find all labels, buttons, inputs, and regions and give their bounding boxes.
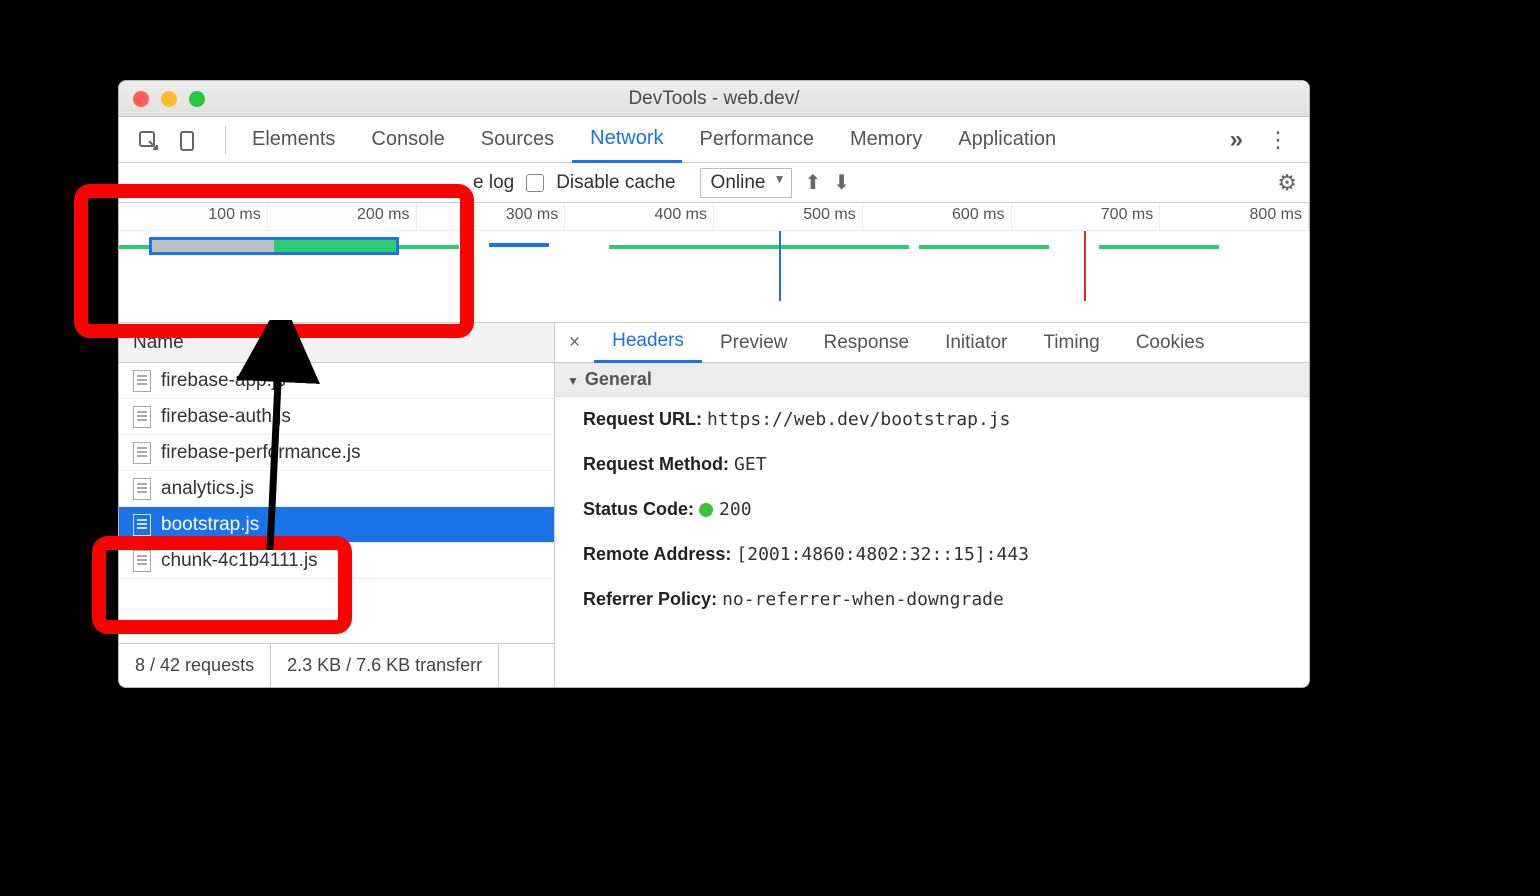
- status-code-row: Status Code: 200: [555, 487, 1309, 532]
- request-list-pane: Name firebase-app.js firebase-auth.js fi…: [119, 323, 555, 687]
- request-name: firebase-performance.js: [161, 442, 361, 464]
- tab-memory[interactable]: Memory: [832, 118, 940, 161]
- tick: 300 ms: [417, 203, 566, 230]
- tick: 600 ms: [863, 203, 1012, 230]
- tick: 700 ms: [1012, 203, 1161, 230]
- request-name: analytics.js: [161, 478, 254, 500]
- status-bar: 8 / 42 requests 2.3 KB / 7.6 KB transfer…: [119, 643, 554, 687]
- document-icon: [133, 406, 151, 428]
- tab-network[interactable]: Network: [572, 117, 681, 163]
- document-icon: [133, 478, 151, 500]
- timeline-overview[interactable]: 100 ms 200 ms 300 ms 400 ms 500 ms 600 m…: [119, 203, 1309, 323]
- general-section-header[interactable]: ▼General: [555, 363, 1309, 397]
- request-row[interactable]: firebase-app.js: [119, 363, 554, 399]
- detail-tab-response[interactable]: Response: [806, 324, 928, 362]
- download-har-icon[interactable]: ⬇: [833, 170, 850, 195]
- document-icon: [133, 550, 151, 572]
- tab-application[interactable]: Application: [940, 118, 1074, 161]
- detail-tab-initiator[interactable]: Initiator: [927, 324, 1025, 362]
- request-method-row: Request Method: GET: [555, 442, 1309, 487]
- request-row[interactable]: chunk-4c1b4111.js: [119, 543, 554, 579]
- network-settings-icon[interactable]: ⚙: [1277, 170, 1297, 196]
- disable-cache-checkbox[interactable]: [526, 174, 544, 192]
- detail-tabs: × Headers Preview Response Initiator Tim…: [555, 323, 1309, 363]
- tab-performance[interactable]: Performance: [682, 118, 833, 161]
- device-toolbar-icon[interactable]: [177, 129, 199, 151]
- timeline-ticks: 100 ms 200 ms 300 ms 400 ms 500 ms 600 m…: [119, 203, 1309, 231]
- tab-sources[interactable]: Sources: [463, 118, 572, 161]
- throttling-select[interactable]: Online: [700, 168, 793, 198]
- network-split-view: Name firebase-app.js firebase-auth.js fi…: [119, 323, 1309, 687]
- close-window-button[interactable]: [133, 91, 149, 107]
- request-name: chunk-4c1b4111.js: [161, 550, 318, 572]
- status-dot-icon: [699, 503, 713, 517]
- request-list: firebase-app.js firebase-auth.js firebas…: [119, 363, 554, 643]
- referrer-policy-row: Referrer Policy: no-referrer-when-downgr…: [555, 577, 1309, 622]
- request-name: firebase-auth.js: [161, 406, 291, 428]
- detail-tab-timing[interactable]: Timing: [1025, 324, 1117, 362]
- detail-tab-cookies[interactable]: Cookies: [1118, 324, 1223, 362]
- tab-elements[interactable]: Elements: [234, 118, 353, 161]
- separator: [225, 126, 226, 154]
- disclosure-triangle-icon: ▼: [567, 374, 579, 388]
- status-requests: 8 / 42 requests: [119, 644, 271, 687]
- tick: 500 ms: [714, 203, 863, 230]
- request-row[interactable]: analytics.js: [119, 471, 554, 507]
- document-icon: [133, 514, 151, 536]
- titlebar: DevTools - web.dev/: [119, 81, 1309, 117]
- upload-har-icon[interactable]: ⬆: [804, 170, 821, 195]
- remote-address-row: Remote Address: [2001:4860:4802:32::15]:…: [555, 532, 1309, 577]
- more-options-button[interactable]: ⋮: [1257, 127, 1299, 153]
- window-title: DevTools - web.dev/: [119, 88, 1309, 110]
- detail-tab-preview[interactable]: Preview: [702, 324, 806, 362]
- devtools-tabs: Elements Console Sources Network Perform…: [119, 117, 1309, 163]
- tick: 200 ms: [268, 203, 417, 230]
- request-name: firebase-app.js: [161, 370, 286, 392]
- request-row[interactable]: firebase-performance.js: [119, 435, 554, 471]
- disable-cache-label: Disable cache: [556, 172, 675, 194]
- tick: 100 ms: [119, 203, 268, 230]
- request-row[interactable]: firebase-auth.js: [119, 399, 554, 435]
- tick: 800 ms: [1160, 203, 1309, 230]
- close-detail-button[interactable]: ×: [555, 332, 594, 354]
- status-transfer: 2.3 KB / 7.6 KB transferr: [271, 644, 499, 687]
- tab-console[interactable]: Console: [353, 118, 462, 161]
- minimize-window-button[interactable]: [161, 91, 177, 107]
- tabs-overflow-button[interactable]: »: [1216, 126, 1257, 154]
- request-name: bootstrap.js: [161, 514, 259, 536]
- request-url-row: Request URL: https://web.dev/bootstrap.j…: [555, 397, 1309, 442]
- devtools-window: DevTools - web.dev/ Elements Console Sou…: [118, 80, 1310, 688]
- traffic-lights: [119, 91, 205, 107]
- document-icon: [133, 442, 151, 464]
- document-icon: [133, 370, 151, 392]
- inspect-element-icon[interactable]: [137, 129, 159, 151]
- request-row-selected[interactable]: bootstrap.js: [119, 507, 554, 543]
- network-toolbar: e log Disable cache Online ⬆ ⬇ ⚙: [119, 163, 1309, 203]
- name-column-header[interactable]: Name: [119, 323, 554, 363]
- timeline-lanes: [119, 231, 1309, 301]
- zoom-window-button[interactable]: [189, 91, 205, 107]
- request-detail-pane: × Headers Preview Response Initiator Tim…: [555, 323, 1309, 687]
- detail-tab-headers[interactable]: Headers: [594, 322, 702, 363]
- preserve-log-label-fragment: e log: [473, 172, 514, 194]
- tick: 400 ms: [565, 203, 714, 230]
